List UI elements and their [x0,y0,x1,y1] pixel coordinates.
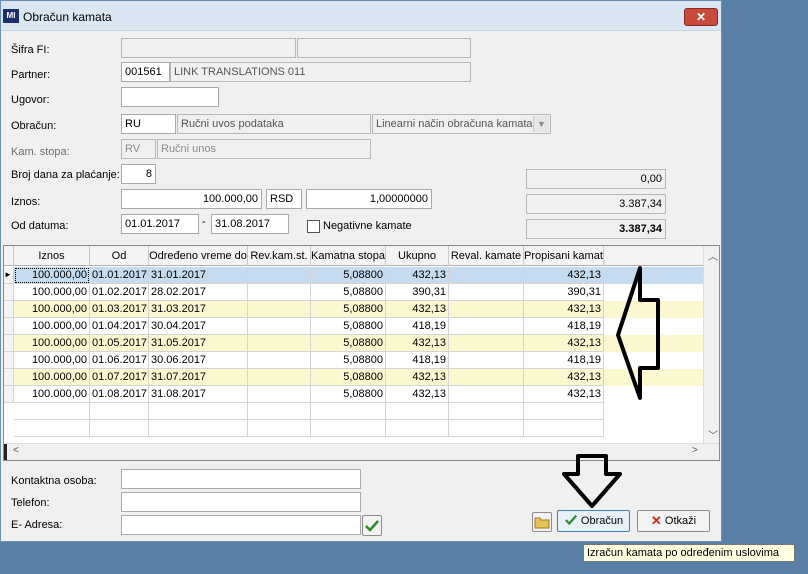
left-arrow-annotation [616,266,660,400]
down-arrow-annotation [562,454,622,508]
annotation-layer [562,266,660,508]
obracun-tooltip: Izračun kamata po određenim uslovima [583,544,795,562]
